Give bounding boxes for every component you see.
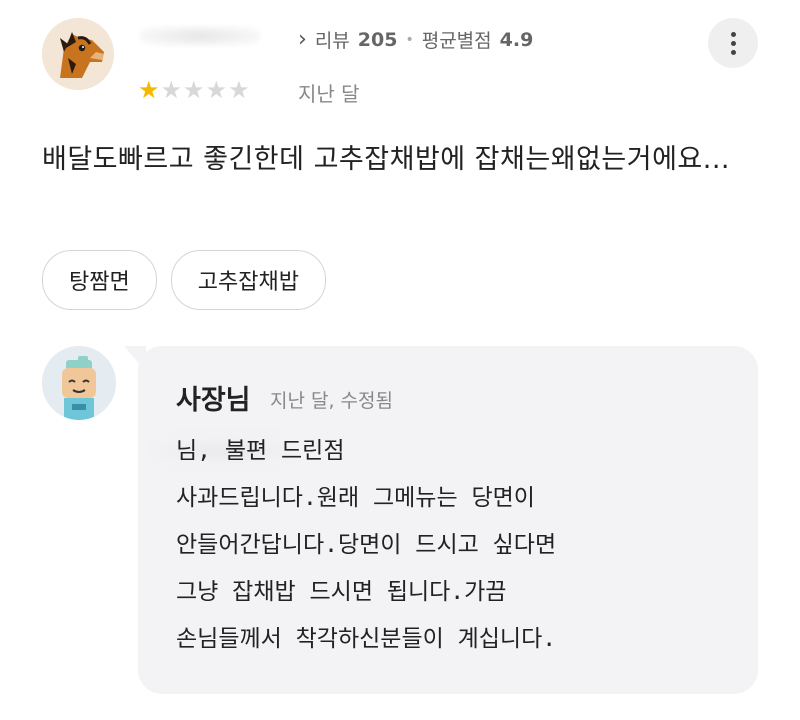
star-icon: ★ (183, 76, 205, 104)
review-text: 배달도빠르고 좋긴한데 고추잡채밥에 잡채는왜없는거에요... (42, 144, 730, 175)
reviewer-stats[interactable]: › 리뷰 205 • 평균별점 4.9 (298, 26, 533, 53)
review-count-label: 리뷰 (314, 30, 350, 52)
star-icon: ★ (205, 76, 228, 104)
owner-avatar-icon (42, 346, 116, 420)
menu-tag[interactable]: 고추잡채밥 (170, 250, 326, 310)
more-vertical-icon-dot (730, 49, 736, 55)
horse-avatar-icon (42, 18, 114, 90)
reviewer-nickname-redacted (140, 26, 260, 46)
review-count: 205 (357, 28, 398, 51)
more-options-button[interactable] (708, 18, 758, 68)
star-icon: ★ (228, 76, 250, 104)
owner-reply-meta: 지난 달, 수정됨 (270, 390, 393, 412)
chevron-right-icon: › (298, 27, 307, 52)
review-date: 지난 달 (298, 82, 360, 106)
more-vertical-icon (730, 31, 736, 37)
separator-dot: • (405, 31, 414, 48)
owner-name: 사장님 (176, 385, 251, 416)
menu-tag[interactable]: 탕짬면 (42, 250, 157, 310)
avg-rating-label: 평균별점 (421, 30, 492, 52)
menu-tags: 탕짬면 고추잡채밥 (42, 250, 326, 310)
reviewer-avatar[interactable] (42, 18, 114, 90)
star-icon: ★ (160, 76, 183, 104)
star-rating: ★ ★ ★ ★ ★ (138, 76, 250, 104)
more-vertical-icon-dot (730, 40, 736, 46)
owner-avatar (42, 346, 116, 420)
star-icon: ★ (138, 76, 160, 104)
avg-rating-value: 4.9 (499, 28, 534, 51)
owner-reply-text: 님, 불편 드린점 사과드립니다.원래 그메뉴는 당면이 안들어간답니다.당면이… (176, 438, 557, 652)
